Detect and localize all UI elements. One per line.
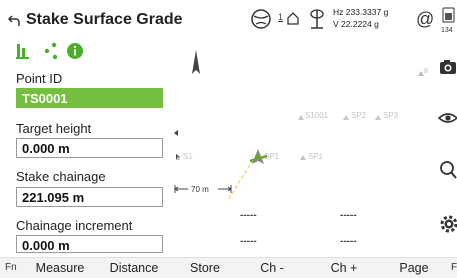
point-marker-sp2	[343, 115, 349, 120]
camera-icon[interactable]	[436, 56, 457, 78]
point-marker-sp1b	[300, 155, 306, 160]
guide-line	[227, 159, 254, 201]
map-view[interactable]: 8 S1001 SP2 SP3 S1 SP1 SP1 70 m ----- --…	[168, 40, 430, 256]
battery-icon: 134	[441, 7, 455, 34]
label-s1001: S1001	[305, 111, 329, 120]
chainage-increment-field[interactable]: 0.000 m	[16, 235, 163, 253]
chainage-minus-button[interactable]: Ch -	[250, 261, 294, 275]
label-sp3: SP3	[383, 111, 399, 120]
hz-angle: Hz 233.3337 g	[333, 7, 389, 17]
point-marker-s1001	[298, 115, 304, 120]
rtk-status[interactable]: 1	[278, 8, 302, 30]
map-canvas[interactable]: 8 S1001 SP2 SP3 S1 SP1 SP1 70 m ----- --…	[168, 40, 430, 256]
point-marker-sp3	[375, 115, 381, 120]
measure-button[interactable]: Measure	[28, 261, 92, 275]
angle-readout: Hz 233.3337 g V 22.2224 g	[333, 6, 388, 30]
point-label-far: 8	[424, 68, 428, 75]
satellite-globe-icon[interactable]	[250, 8, 272, 30]
store-button[interactable]: Store	[180, 261, 230, 275]
chainage-increment-label: Chainage increment	[16, 218, 133, 233]
pole-tilt-icon[interactable]	[305, 6, 329, 32]
chainage-plus-button[interactable]: Ch +	[322, 261, 366, 275]
fn-key[interactable]: Fn	[5, 262, 17, 273]
v-angle: V 22.2224 g	[333, 19, 379, 29]
info-icon[interactable]	[66, 42, 84, 60]
search-icon[interactable]	[436, 159, 457, 181]
scale-label: 70 m	[191, 185, 209, 194]
gear-icon[interactable]	[436, 213, 457, 235]
stake-chainage-field[interactable]: 221.095 m	[16, 187, 163, 207]
f-key[interactable]: F	[451, 262, 457, 273]
softkey-bar: Fn Measure Distance Store Ch - Ch + Page…	[0, 257, 457, 278]
scale-bar: 70 m	[174, 185, 232, 194]
map-value-4: -----	[340, 236, 357, 247]
eye-icon[interactable]	[436, 107, 457, 129]
label-s1: S1	[183, 152, 193, 161]
bars-chart-icon[interactable]	[16, 42, 30, 60]
home-icon	[287, 12, 299, 25]
map-value-2: -----	[340, 210, 357, 221]
target-height-label: Target height	[16, 121, 92, 136]
pan-left-marker	[174, 130, 178, 136]
map-value-1: -----	[240, 210, 257, 221]
target-height-field[interactable]: 0.000 m	[16, 138, 163, 158]
map-value-3: -----	[240, 236, 257, 247]
header-bar: Stake Surface Grade 1 Hz 233.3337 g V 22…	[0, 0, 457, 40]
point-id-field[interactable]: TS0001	[16, 88, 163, 108]
point-id-label: Point ID	[16, 71, 63, 86]
battery-level: 134	[441, 27, 453, 34]
back-arrow-icon[interactable]	[6, 13, 22, 29]
label-sp2: SP2	[351, 111, 367, 120]
rtk-number: 1	[278, 12, 284, 22]
stake-chainage-label: Stake chainage	[16, 169, 106, 184]
at-sign-icon[interactable]: @	[416, 9, 434, 30]
distance-button[interactable]: Distance	[104, 261, 164, 275]
points-icon[interactable]	[43, 42, 59, 60]
page-title: Stake Surface Grade	[26, 11, 183, 28]
page-button[interactable]: Page	[394, 261, 434, 275]
label-sp1b: SP1	[308, 152, 324, 161]
north-arrow-icon	[192, 50, 200, 74]
